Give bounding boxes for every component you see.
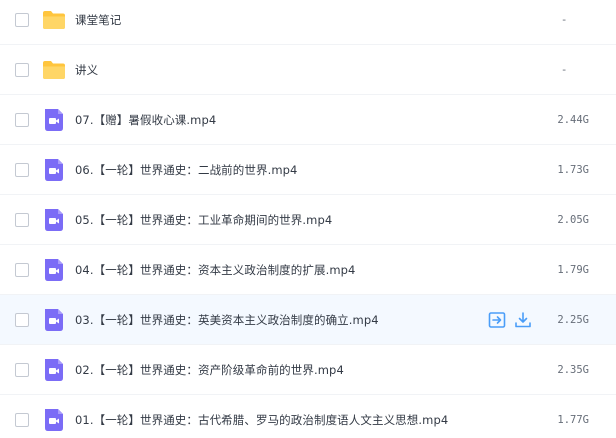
file-name[interactable]: 02.【一轮】世界通史：资产阶级革命前的世界.mp4 (75, 362, 344, 378)
video-file-icon (45, 308, 63, 331)
file-size: 2.05G (557, 213, 589, 226)
row-checkbox[interactable] (15, 212, 29, 227)
file-size: - (562, 13, 566, 26)
file-size: 1.79G (557, 263, 589, 276)
file-row[interactable]: 04.【一轮】世界通史：资本主义政治制度的扩展.mp4 1.79G (0, 245, 616, 295)
row-checkbox[interactable] (15, 262, 29, 277)
file-name[interactable]: 06.【一轮】世界通史：二战前的世界.mp4 (75, 162, 297, 178)
video-file-icon (45, 158, 63, 181)
folder-icon (43, 60, 65, 79)
file-name[interactable]: 07.【赠】暑假收心课.mp4 (75, 112, 216, 128)
file-size: 2.44G (557, 113, 589, 126)
file-row[interactable]: 02.【一轮】世界通史：资产阶级革命前的世界.mp4 2.35G (0, 345, 616, 395)
row-checkbox[interactable] (15, 412, 29, 427)
folder-icon (43, 10, 65, 29)
row-checkbox[interactable] (15, 312, 29, 327)
row-checkbox[interactable] (15, 362, 29, 377)
video-file-icon (45, 208, 63, 231)
file-size: 1.73G (557, 163, 589, 176)
share-icon[interactable] (488, 311, 506, 329)
row-checkbox[interactable] (15, 12, 29, 27)
file-name[interactable]: 05.【一轮】世界通史：工业革命期间的世界.mp4 (75, 212, 332, 228)
file-size: 2.35G (557, 363, 589, 376)
file-name[interactable]: 04.【一轮】世界通史：资本主义政治制度的扩展.mp4 (75, 262, 355, 278)
file-list: 课堂笔记 - 讲义 - 07.【赠】暑假收心课.mp4 2.44G 06.【一轮… (0, 0, 616, 438)
file-name[interactable]: 03.【一轮】世界通史：英美资本主义政治制度的确立.mp4 (75, 312, 379, 328)
download-icon[interactable] (514, 311, 532, 329)
video-file-icon (45, 408, 63, 431)
row-checkbox[interactable] (15, 112, 29, 127)
row-checkbox[interactable] (15, 62, 29, 77)
file-row[interactable]: 01.【一轮】世界通史：古代希腊、罗马的政治制度语人文主义思想.mp4 1.77… (0, 395, 616, 438)
file-size: 1.77G (557, 413, 589, 426)
file-row[interactable]: 课堂笔记 - (0, 0, 616, 45)
file-row[interactable]: 07.【赠】暑假收心课.mp4 2.44G (0, 95, 616, 145)
row-checkbox[interactable] (15, 162, 29, 177)
file-name[interactable]: 01.【一轮】世界通史：古代希腊、罗马的政治制度语人文主义思想.mp4 (75, 412, 448, 428)
video-file-icon (45, 258, 63, 281)
file-row[interactable]: 03.【一轮】世界通史：英美资本主义政治制度的确立.mp4 2.25G (0, 295, 616, 345)
file-name[interactable]: 讲义 (75, 62, 98, 78)
file-size: 2.25G (557, 313, 589, 326)
video-file-icon (45, 108, 63, 131)
file-row[interactable]: 05.【一轮】世界通史：工业革命期间的世界.mp4 2.05G (0, 195, 616, 245)
file-name[interactable]: 课堂笔记 (75, 12, 121, 28)
file-row[interactable]: 06.【一轮】世界通史：二战前的世界.mp4 1.73G (0, 145, 616, 195)
video-file-icon (45, 358, 63, 381)
file-row[interactable]: 讲义 - (0, 45, 616, 95)
file-size: - (562, 63, 566, 76)
